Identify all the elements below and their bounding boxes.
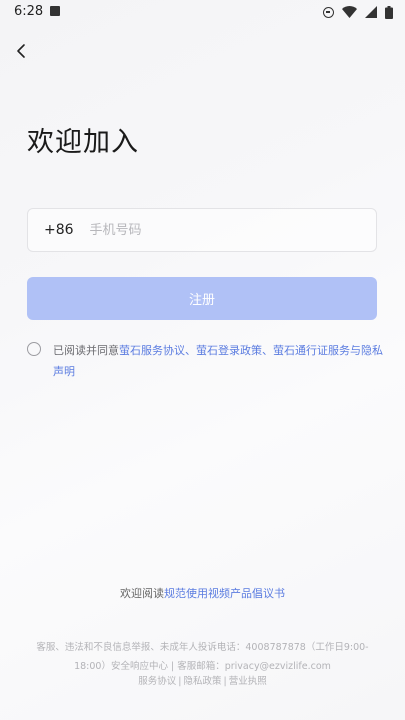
footer-privacy-policy-link[interactable]: 隐私政策 <box>183 676 221 687</box>
read-notice-prefix: 欢迎阅读 <box>120 587 164 600</box>
page-title: 欢迎加入 <box>27 127 139 158</box>
agreement-separator: 、 <box>262 344 273 357</box>
agreement-prefix: 已阅读并同意 <box>53 344 119 357</box>
service-agreement-link[interactable]: 萤石服务协议 <box>119 344 185 357</box>
chevron-left-icon <box>17 44 25 58</box>
video-initiative-link[interactable]: 规范使用视频产品倡议书 <box>164 587 285 600</box>
phone-input[interactable] <box>87 221 332 239</box>
status-icons <box>323 5 393 19</box>
register-button[interactable]: 注册 <box>27 277 377 320</box>
login-policy-link[interactable]: 萤石登录政策 <box>196 344 262 357</box>
do-not-disturb-icon <box>323 6 334 18</box>
signal-icon <box>365 6 377 18</box>
footer-separator: | <box>178 676 182 687</box>
country-code[interactable]: +86 <box>44 222 74 238</box>
app-notification-icon <box>50 6 60 16</box>
agreement-checkbox[interactable] <box>27 342 41 356</box>
back-button[interactable] <box>8 38 34 64</box>
agreement-text: 已阅读并同意萤石服务协议、萤石登录政策、萤石通行证服务与隐私声明 <box>53 340 383 382</box>
footer-business-license-link[interactable]: 营业执照 <box>229 676 267 687</box>
status-time: 6:28 <box>14 4 44 19</box>
battery-icon <box>385 5 393 19</box>
footer-separator: | <box>223 676 227 687</box>
status-bar: 6:28 <box>0 0 405 24</box>
footer-links: 服务协议 | 隐私政策 | 营业执照 <box>0 673 405 687</box>
phone-field[interactable]: +86 <box>27 208 377 252</box>
agreement-separator: 、 <box>185 344 196 357</box>
read-notice: 欢迎阅读规范使用视频产品倡议书 <box>0 585 405 601</box>
footer-service-agreement-link[interactable]: 服务协议 <box>138 676 176 687</box>
wifi-icon <box>342 6 357 18</box>
footer-contact: 客服、违法和不良信息举报、未成年人投诉电话：4008787878（工作日9:00… <box>36 642 369 672</box>
